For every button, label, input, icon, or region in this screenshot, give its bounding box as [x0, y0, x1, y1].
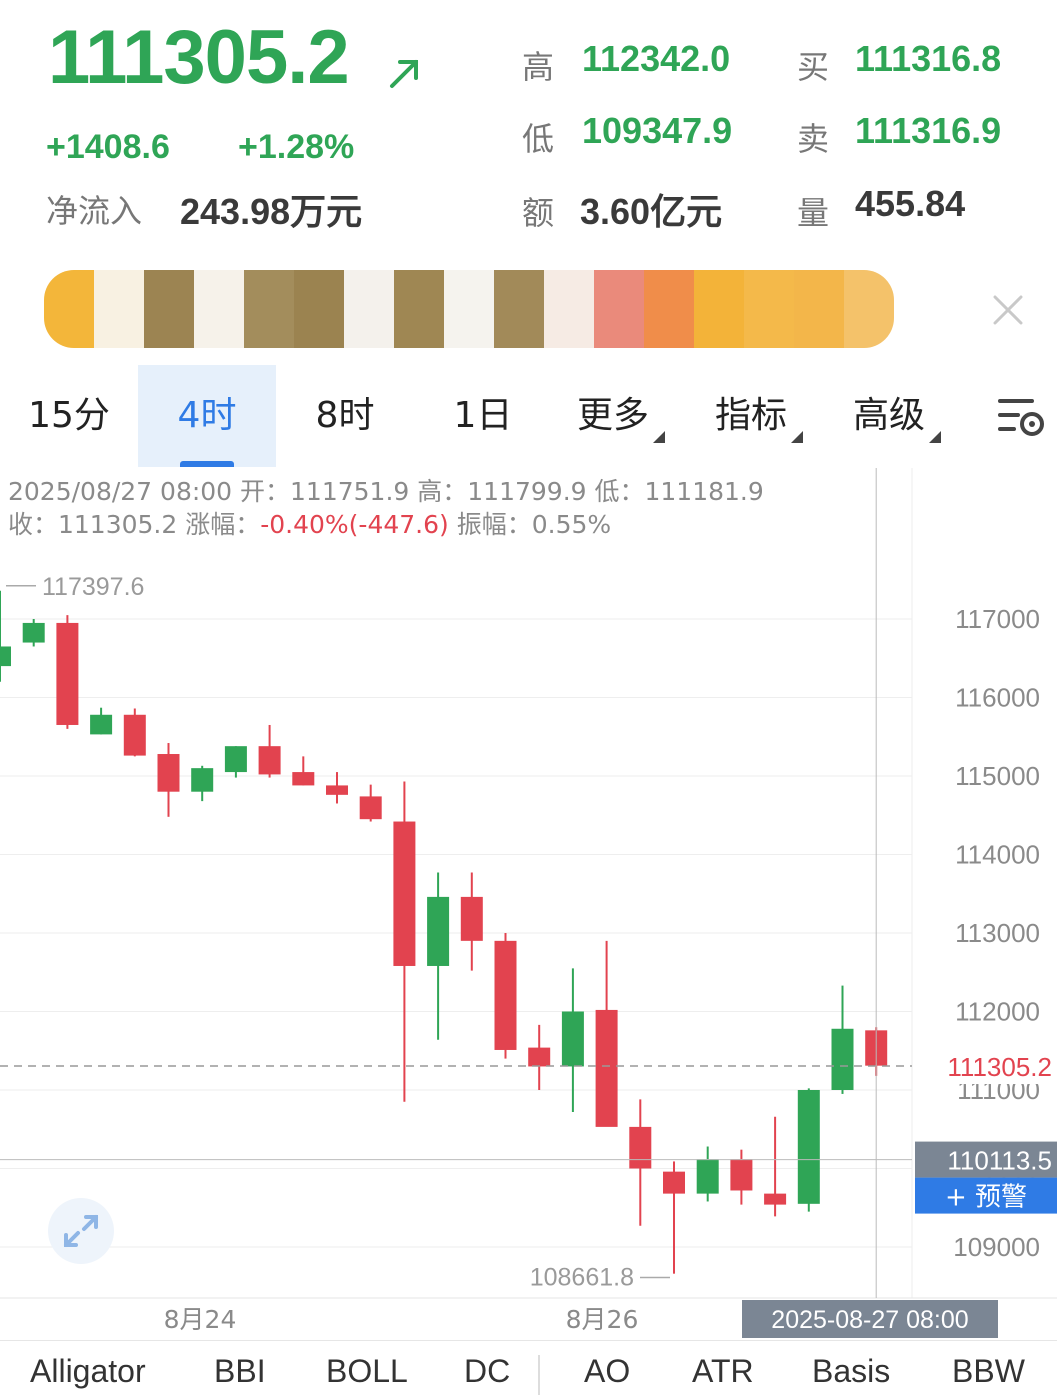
candle-body	[494, 940, 517, 1050]
indicator-basis[interactable]: Basis	[812, 1353, 890, 1390]
tab-label: 高级	[852, 395, 925, 436]
tab-label: 15分	[28, 395, 110, 436]
candle-body	[393, 821, 416, 966]
price-change: +1408.6	[46, 128, 170, 166]
indicator-bbi[interactable]: BBI	[214, 1353, 266, 1390]
tab-15m[interactable]: 15分	[0, 365, 138, 467]
candle-body	[359, 796, 382, 820]
tab-indicators[interactable]: 指标	[690, 365, 828, 467]
tab-label: 指标	[714, 395, 787, 436]
indicator-tab-bar: Alligator BBI BOLL DC AO ATR Basis BBW	[0, 1340, 1057, 1398]
volume-value: 455.84	[855, 183, 966, 224]
candle-body	[191, 768, 214, 792]
min-marker-label: 108661.8	[530, 1264, 634, 1292]
tab-label: 4时	[177, 395, 237, 436]
indicator-bbw[interactable]: BBW	[952, 1353, 1025, 1390]
y-tick-label: 117000	[955, 604, 1040, 634]
promo-banner[interactable]	[44, 270, 894, 348]
price-change-pct: +1.28%	[238, 128, 355, 166]
tab-advanced[interactable]: 高级	[828, 365, 966, 467]
candle-body	[561, 1011, 584, 1067]
net-inflow-label: 净流入	[46, 192, 143, 230]
indicator-alligator[interactable]: Alligator	[30, 1353, 146, 1390]
crosshair-time-label: 2025-08-27 08:00	[771, 1306, 968, 1334]
high-label: 高	[522, 48, 555, 86]
candle-body	[764, 1193, 787, 1205]
low-label: 低	[522, 120, 555, 158]
y-tick-label: 116000	[955, 683, 1040, 713]
y-tick-label: 115000	[955, 761, 1040, 791]
candle-body	[831, 1028, 854, 1090]
indicator-ao[interactable]: AO	[584, 1353, 630, 1390]
bid-label: 买	[797, 48, 830, 86]
candle-body	[157, 754, 180, 792]
dropdown-corner-icon	[929, 431, 941, 443]
close-banner-icon[interactable]	[990, 292, 1026, 328]
last-price-label: 111305.2	[947, 1052, 1052, 1082]
candle-body	[56, 622, 79, 725]
tab-label: 8时	[315, 395, 375, 436]
low-value: 109347.9	[582, 110, 733, 151]
dropdown-corner-icon	[791, 431, 803, 443]
candle-body	[460, 896, 483, 941]
chart-settings-icon[interactable]	[996, 395, 1048, 439]
candle-body	[696, 1159, 719, 1194]
y-tick-label: 112000	[955, 997, 1040, 1027]
add-alert-label[interactable]: + 预警	[945, 1183, 1027, 1213]
amount-label: 额	[522, 194, 555, 232]
candlestick-chart[interactable]: 1170001160001150001140001130001120001110…	[0, 468, 1057, 1340]
tab-8h[interactable]: 8时	[276, 365, 414, 467]
bid-value: 111316.8	[855, 38, 1002, 79]
divider	[538, 1355, 540, 1395]
indicator-atr[interactable]: ATR	[692, 1353, 754, 1390]
candle-body	[258, 746, 281, 775]
candle-body	[0, 646, 11, 667]
interval-tab-bar: 15分 4时 8时 1日 更多 指标 高级	[0, 365, 1057, 467]
candle-body	[797, 1090, 820, 1204]
candle-body	[629, 1126, 652, 1169]
net-inflow-value: 243.98万元	[180, 191, 363, 232]
max-marker-label: 117397.6	[42, 573, 144, 601]
tab-label: 更多	[576, 395, 649, 436]
candle-body	[663, 1171, 685, 1194]
y-tick-label: 109000	[953, 1232, 1040, 1262]
dropdown-corner-icon	[653, 431, 665, 443]
candle-body	[90, 714, 113, 735]
y-tick-label: 114000	[955, 840, 1040, 870]
candle-body	[595, 1009, 618, 1127]
last-price: 111305.2	[48, 15, 350, 100]
x-tick-label: 8月26	[566, 1305, 639, 1334]
amount-value: 3.60亿元	[580, 191, 723, 232]
candle-body	[326, 785, 348, 795]
candle-body	[224, 746, 247, 773]
tab-label: 1日	[453, 395, 513, 436]
candle-body	[292, 772, 315, 786]
candle-body	[730, 1159, 753, 1191]
indicator-dc[interactable]: DC	[464, 1353, 510, 1390]
ask-label: 卖	[797, 120, 830, 158]
tab-4h[interactable]: 4时	[138, 365, 276, 467]
volume-label: 量	[797, 194, 830, 232]
crosshair-price-label: 110113.5	[947, 1146, 1052, 1176]
active-tab-indicator	[180, 461, 234, 467]
high-value: 112342.0	[582, 38, 731, 79]
candle-body	[427, 896, 450, 966]
expand-chart-icon[interactable]	[46, 1196, 116, 1266]
candle-body	[123, 714, 146, 756]
candle-body	[528, 1047, 551, 1067]
tab-more[interactable]: 更多	[552, 365, 690, 467]
ask-value: 111316.9	[855, 110, 1002, 151]
candle-body	[22, 622, 45, 643]
tab-1d[interactable]: 1日	[414, 365, 552, 467]
x-tick-label: 8月24	[164, 1305, 237, 1334]
trend-up-arrow-icon	[390, 60, 418, 88]
y-tick-label: 113000	[955, 918, 1040, 948]
indicator-boll[interactable]: BOLL	[326, 1353, 408, 1390]
